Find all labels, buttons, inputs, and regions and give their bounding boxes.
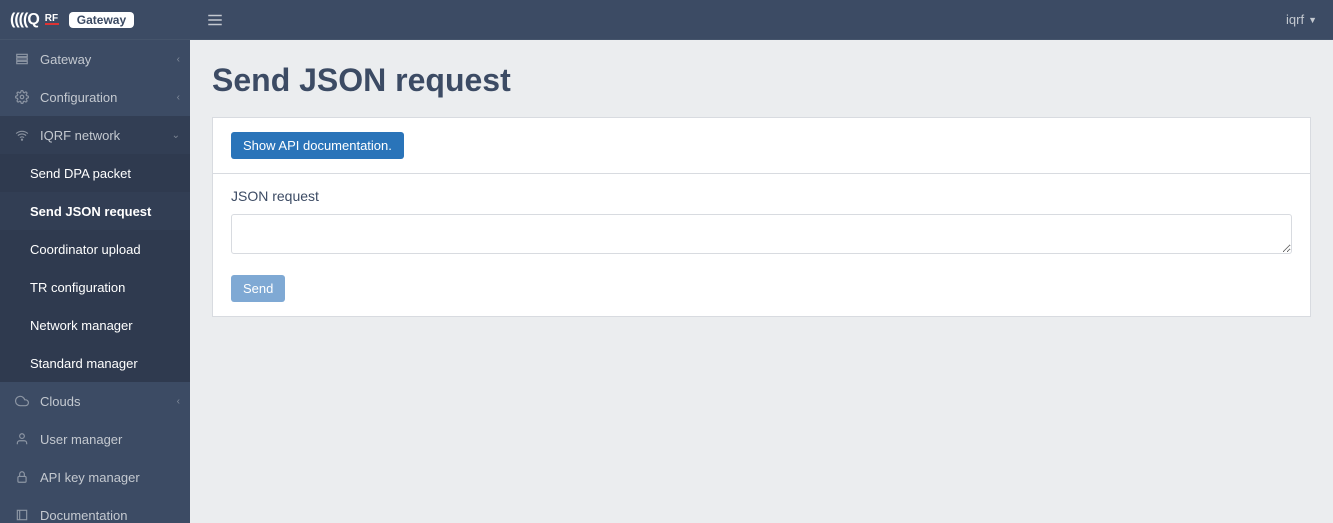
sidebar-item-label: TR configuration — [30, 280, 125, 295]
sidebar-item-label: Network manager — [30, 318, 133, 333]
sidebar-item-label: Send JSON request — [30, 204, 151, 219]
page-title: Send JSON request — [212, 62, 1311, 99]
sidebar-item-label: Configuration — [40, 90, 117, 105]
sidebar-item-send-dpa[interactable]: Send DPA packet — [0, 154, 190, 192]
user-icon — [12, 432, 32, 446]
sidebar-item-send-json[interactable]: Send JSON request — [0, 192, 190, 230]
sidebar-nav: Gateway ‹ Configuration ‹ IQRF network ⌄… — [0, 40, 190, 523]
cloud-icon — [12, 394, 32, 408]
sidebar-subnav-iqrf: Send DPA packet Send JSON request Coordi… — [0, 154, 190, 382]
chevron-left-icon: ‹ — [177, 54, 180, 65]
content: Send JSON request Show API documentation… — [190, 40, 1333, 523]
brand-logo[interactable]: ((((Q RF Gateway — [0, 0, 190, 40]
sidebar-item-network-manager[interactable]: Network manager — [0, 306, 190, 344]
sidebar-item-standard-manager[interactable]: Standard manager — [0, 344, 190, 382]
sidebar-item-label: Coordinator upload — [30, 242, 141, 257]
sidebar-item-api-key-manager[interactable]: API key manager — [0, 458, 190, 496]
sidebar: ((((Q RF Gateway Gateway ‹ Configuration… — [0, 0, 190, 523]
user-menu[interactable]: iqrf ▼ — [1286, 12, 1317, 27]
lock-icon — [12, 470, 32, 484]
json-request-label: JSON request — [231, 188, 1292, 204]
sidebar-item-label: User manager — [40, 432, 122, 447]
hamburger-icon[interactable] — [206, 11, 224, 29]
user-name: iqrf — [1286, 12, 1304, 27]
layers-icon — [12, 52, 32, 66]
sidebar-item-clouds[interactable]: Clouds ‹ — [0, 382, 190, 420]
brand-badge: Gateway — [69, 12, 134, 28]
sidebar-item-coordinator-upload[interactable]: Coordinator upload — [0, 230, 190, 268]
show-api-doc-button[interactable]: Show API documentation. — [231, 132, 404, 159]
sidebar-item-configuration[interactable]: Configuration ‹ — [0, 78, 190, 116]
topbar: iqrf ▼ — [190, 0, 1333, 40]
sidebar-item-documentation[interactable]: Documentation — [0, 496, 190, 523]
main-area: iqrf ▼ Send JSON request Show API docume… — [190, 0, 1333, 523]
sidebar-item-label: Send DPA packet — [30, 166, 131, 181]
send-button[interactable]: Send — [231, 275, 285, 302]
json-request-input[interactable] — [231, 214, 1292, 254]
chevron-left-icon: ‹ — [177, 396, 180, 407]
sidebar-item-label: IQRF network — [40, 128, 120, 143]
brand-iq-text: ((((Q — [10, 11, 39, 29]
sidebar-item-label: Gateway — [40, 52, 91, 67]
gear-icon — [12, 90, 32, 104]
brand-rf-text: RF — [45, 15, 59, 25]
card-api-doc: Show API documentation. JSON request Sen… — [212, 117, 1311, 317]
sidebar-item-label: Standard manager — [30, 356, 138, 371]
sidebar-item-tr-configuration[interactable]: TR configuration — [0, 268, 190, 306]
book-icon — [12, 508, 32, 522]
caret-down-icon: ▼ — [1308, 15, 1317, 25]
sidebar-item-label: Documentation — [40, 508, 127, 523]
sidebar-item-iqrf-network[interactable]: IQRF network ⌄ — [0, 116, 190, 154]
sidebar-item-label: API key manager — [40, 470, 140, 485]
sidebar-item-label: Clouds — [40, 394, 80, 409]
chevron-down-icon: ⌄ — [172, 130, 180, 141]
sidebar-item-gateway[interactable]: Gateway ‹ — [0, 40, 190, 78]
chevron-left-icon: ‹ — [177, 92, 180, 103]
sidebar-item-user-manager[interactable]: User manager — [0, 420, 190, 458]
wifi-icon — [12, 128, 32, 142]
